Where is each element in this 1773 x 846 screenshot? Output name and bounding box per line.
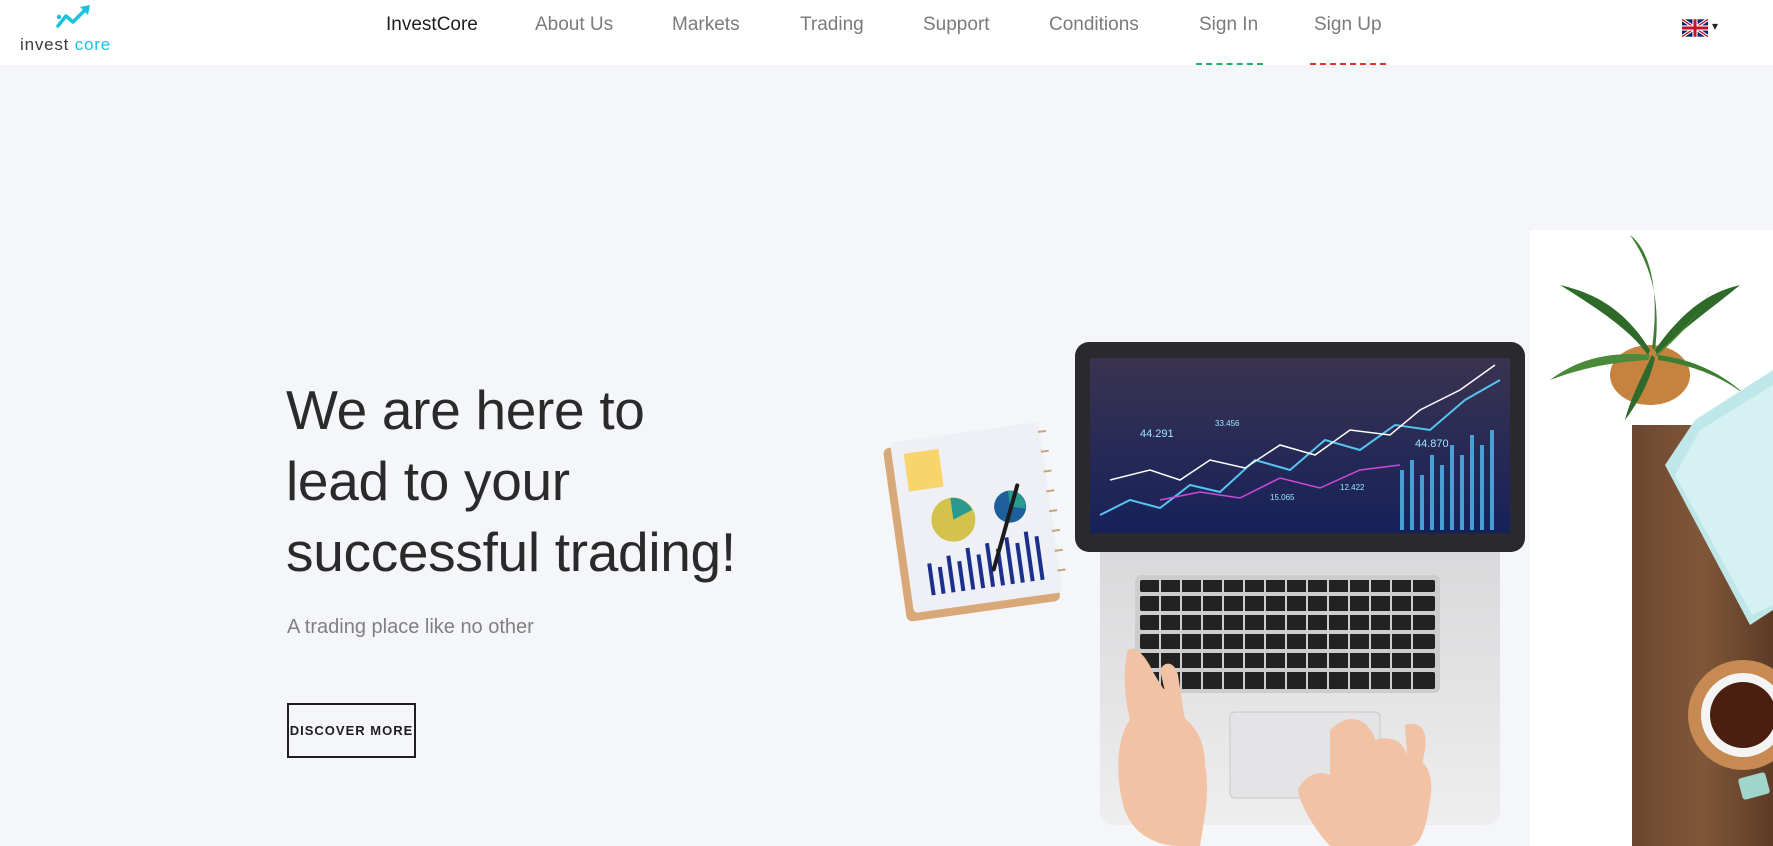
hero-title-line-2: lead to your xyxy=(286,450,570,512)
logo-text-part2: core xyxy=(74,35,112,54)
nav-item-trading[interactable]: Trading xyxy=(800,14,864,36)
nav-item-conditions[interactable]: Conditions xyxy=(1049,14,1139,36)
screen-label-3: 12.422 xyxy=(1340,483,1365,492)
hero-title-line-1: We are here to xyxy=(286,379,645,441)
sign-in-underline xyxy=(1196,63,1263,65)
language-selector[interactable]: ▾ xyxy=(1681,17,1718,39)
nav-item-investcore[interactable]: InvestCore xyxy=(386,14,478,36)
logo-text-part1: invest xyxy=(20,35,70,54)
hero-illustration: 44.291 44.870 12.422 15.065 33.456 xyxy=(883,230,1773,846)
screen-label-5: 33.456 xyxy=(1215,419,1240,428)
discover-more-button[interactable]: DISCOVER MORE xyxy=(287,703,416,758)
site-header: invest core InvestCore About Us Markets … xyxy=(0,0,1773,65)
logo[interactable]: invest core xyxy=(18,4,133,54)
screen-label-1: 44.291 xyxy=(1140,428,1174,440)
trend-arrow-icon xyxy=(56,5,90,28)
nav-item-sign-in[interactable]: Sign In xyxy=(1199,14,1258,36)
chevron-down-icon: ▾ xyxy=(1712,19,1719,33)
screen-label-2: 44.870 xyxy=(1415,438,1449,450)
nav-item-markets[interactable]: Markets xyxy=(672,14,740,36)
screen-label-4: 15.065 xyxy=(1270,493,1295,502)
hero-subtitle: A trading place like no other xyxy=(287,616,534,638)
notebook xyxy=(883,422,1066,622)
nav-item-about-us[interactable]: About Us xyxy=(535,14,613,36)
hero-title-line-3: successful trading! xyxy=(286,521,736,583)
nav-item-sign-up[interactable]: Sign Up xyxy=(1314,14,1382,36)
sign-up-underline xyxy=(1310,63,1386,65)
nav-item-support[interactable]: Support xyxy=(923,14,990,36)
uk-flag-icon xyxy=(1681,17,1709,39)
hero-title: We are here to lead to your successful t… xyxy=(286,375,826,588)
logo-text: invest core xyxy=(20,35,111,55)
